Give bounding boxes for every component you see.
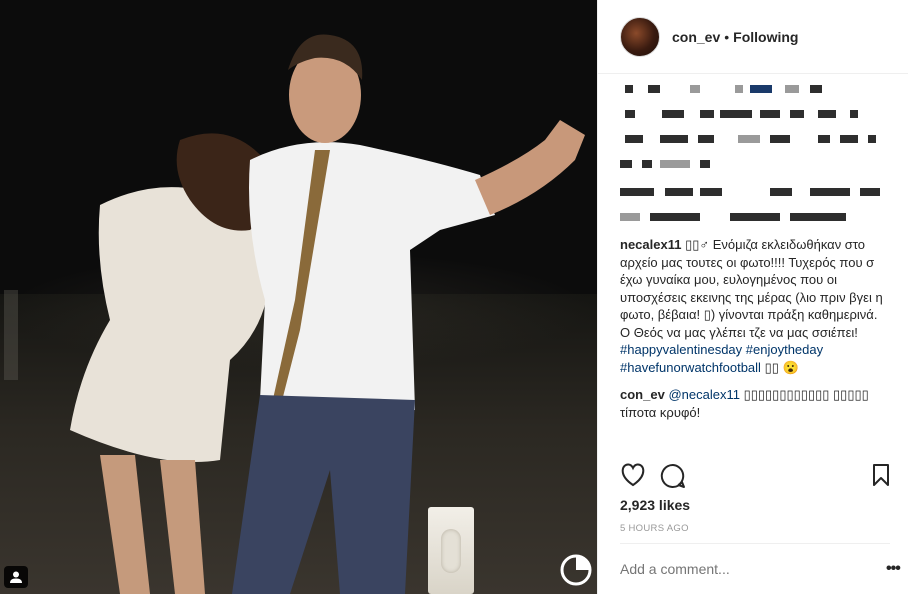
post-timestamp[interactable]: 5 HOURS AGO xyxy=(620,523,689,534)
header-username[interactable]: con_ev xyxy=(672,29,720,45)
comment-username[interactable]: con_ev xyxy=(620,387,665,402)
post-sidebar: con_ev • Following necalex11 ▯▯♂ Ενόμιζα… xyxy=(597,0,908,594)
likes-count[interactable]: 2,923 likes xyxy=(620,497,690,513)
mention-link[interactable]: @necalex11 xyxy=(668,387,740,402)
comments-list: necalex11 ▯▯♂ Ενόμιζα εκλειδωθήκαν στο α… xyxy=(620,82,890,431)
hashtag-link[interactable]: #happyvalentinesday xyxy=(620,342,742,357)
hashtag-link[interactable]: #enjoytheday xyxy=(746,342,823,357)
post-photo[interactable] xyxy=(0,0,597,594)
comment-item: con_ev @necalex11 ▯▯▯▯▯▯▯▯▯▯▯▯ ▯▯▯▯▯ τίπ… xyxy=(620,386,890,421)
heart-icon[interactable] xyxy=(620,463,646,487)
header-separator: • xyxy=(724,28,730,45)
hashtag-link[interactable]: #havefunorwatchfootball xyxy=(620,360,761,375)
loading-indicator-icon xyxy=(559,553,593,587)
photo-people xyxy=(70,34,585,594)
add-comment-input[interactable] xyxy=(620,561,840,577)
comment-username[interactable]: necalex11 xyxy=(620,237,681,252)
comment-emoji-tail: ▯▯ 😮 xyxy=(764,359,799,375)
comment-text: ▯▯♂ Ενόμιζα εκλειδωθήκαν στο αρχείο μας … xyxy=(620,237,883,340)
comment-icon[interactable] xyxy=(660,463,686,489)
more-options-button[interactable]: ••• xyxy=(886,560,901,578)
person-tag-icon xyxy=(10,571,22,583)
post-actions xyxy=(620,463,890,489)
avatar[interactable] xyxy=(620,16,660,57)
bookmark-icon[interactable] xyxy=(872,463,890,487)
lantern xyxy=(428,507,474,594)
comment-item: necalex11 ▯▯♂ Ενόμιζα εκλειδωθήκαν στο α… xyxy=(620,236,890,376)
divider xyxy=(620,543,890,544)
tagged-people-button[interactable] xyxy=(4,566,28,588)
post-header: con_ev • Following xyxy=(598,0,908,74)
following-button[interactable]: Following xyxy=(733,29,798,45)
pixelated-caption xyxy=(620,82,890,232)
